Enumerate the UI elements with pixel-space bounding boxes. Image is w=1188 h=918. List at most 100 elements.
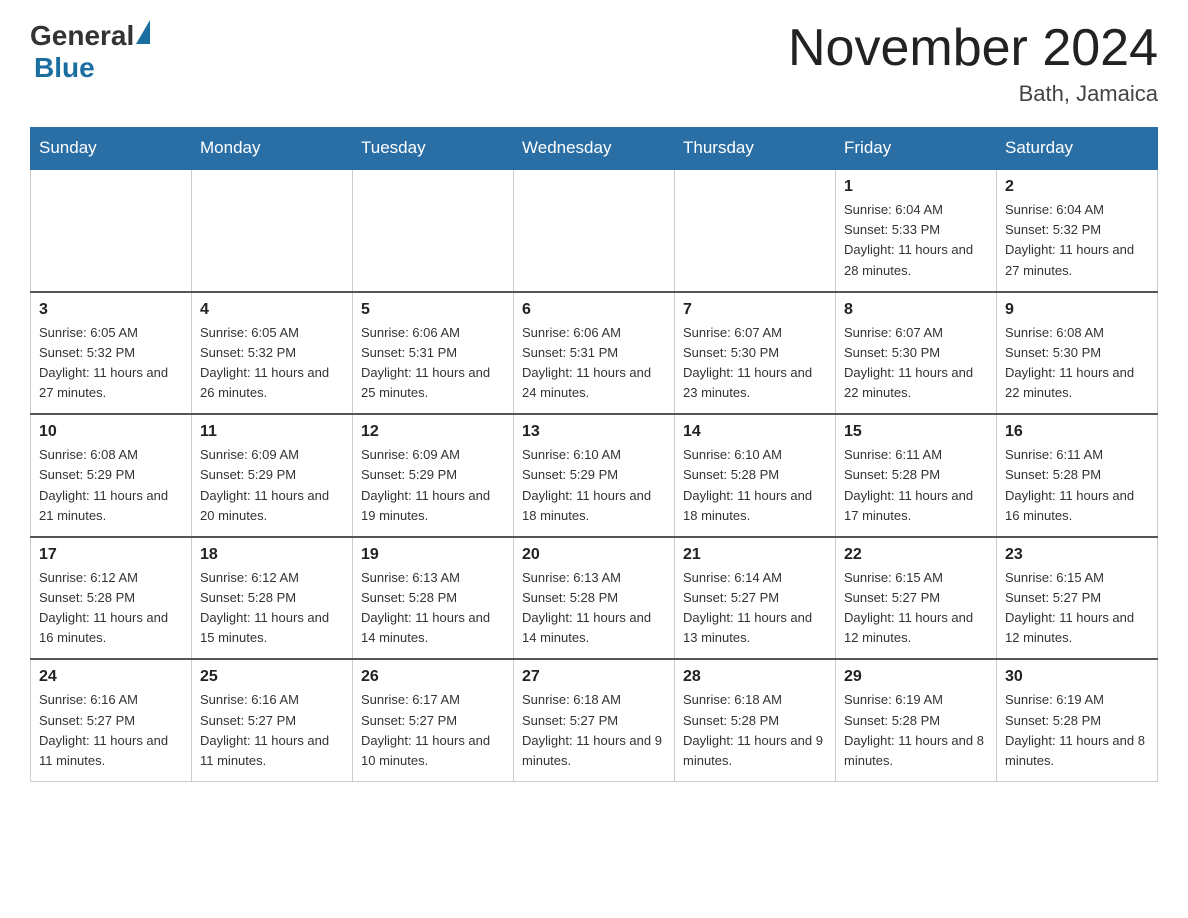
day-info: Sunrise: 6:10 AMSunset: 5:29 PMDaylight:… (522, 445, 666, 526)
table-row: 14Sunrise: 6:10 AMSunset: 5:28 PMDayligh… (675, 414, 836, 537)
day-info: Sunrise: 6:12 AMSunset: 5:28 PMDaylight:… (39, 568, 183, 649)
table-row (514, 169, 675, 292)
table-row (192, 169, 353, 292)
day-number: 15 (844, 423, 988, 441)
day-info: Sunrise: 6:10 AMSunset: 5:28 PMDaylight:… (683, 445, 827, 526)
day-info: Sunrise: 6:05 AMSunset: 5:32 PMDaylight:… (200, 323, 344, 404)
day-info: Sunrise: 6:13 AMSunset: 5:28 PMDaylight:… (522, 568, 666, 649)
calendar-week-row: 10 Sunrise: 6:08 AMSunset: 5:29 PMDayligh… (31, 414, 1158, 537)
day-info: Sunrise: 6:06 AMSunset: 5:31 PMDaylight:… (361, 323, 505, 404)
day-number: 1 (844, 178, 988, 196)
day-number: 9 (1005, 301, 1149, 319)
day-number: 4 (200, 301, 344, 319)
location-subtitle: Bath, Jamaica (788, 81, 1158, 107)
day-number: 16 (1005, 423, 1149, 441)
day-number: 11 (200, 423, 344, 441)
table-row: 7 Sunrise: 6:07 AMSunset: 5:30 PMDaylight… (675, 292, 836, 415)
day-info: Sunrise: 6:19 AMSunset: 5:28 PMDaylight:… (1005, 690, 1149, 771)
month-year-title: November 2024 (788, 20, 1158, 77)
table-row: 24Sunrise: 6:16 AMSunset: 5:27 PMDayligh… (31, 659, 192, 781)
col-monday: Monday (192, 128, 353, 170)
day-number: 8 (844, 301, 988, 319)
day-info: Sunrise: 6:07 AMSunset: 5:30 PMDaylight:… (683, 323, 827, 404)
day-number: 23 (1005, 546, 1149, 564)
day-number: 25 (200, 668, 344, 686)
day-info: Sunrise: 6:13 AMSunset: 5:28 PMDaylight:… (361, 568, 505, 649)
day-info: Sunrise: 6:18 AMSunset: 5:27 PMDaylight:… (522, 690, 666, 771)
day-info: Sunrise: 6:07 AMSunset: 5:30 PMDaylight:… (844, 323, 988, 404)
day-number: 10 (39, 423, 183, 441)
table-row: 12Sunrise: 6:09 AMSunset: 5:29 PMDayligh… (353, 414, 514, 537)
day-number: 27 (522, 668, 666, 686)
day-number: 21 (683, 546, 827, 564)
table-row: 30Sunrise: 6:19 AMSunset: 5:28 PMDayligh… (997, 659, 1158, 781)
table-row: 6 Sunrise: 6:06 AMSunset: 5:31 PMDaylight… (514, 292, 675, 415)
day-number: 28 (683, 668, 827, 686)
table-row (675, 169, 836, 292)
table-row: 10 Sunrise: 6:08 AMSunset: 5:29 PMDayligh… (31, 414, 192, 537)
day-number: 29 (844, 668, 988, 686)
day-info: Sunrise: 6:18 AMSunset: 5:28 PMDaylight:… (683, 690, 827, 771)
table-row: 2 Sunrise: 6:04 AMSunset: 5:32 PMDaylight… (997, 169, 1158, 292)
table-row: 22 Sunrise: 6:15 AMSunset: 5:27 PMDayligh… (836, 537, 997, 660)
day-info: Sunrise: 6:15 AMSunset: 5:27 PMDaylight:… (1005, 568, 1149, 649)
day-number: 7 (683, 301, 827, 319)
col-wednesday: Wednesday (514, 128, 675, 170)
col-thursday: Thursday (675, 128, 836, 170)
day-number: 13 (522, 423, 666, 441)
table-row: 28 Sunrise: 6:18 AMSunset: 5:28 PMDayligh… (675, 659, 836, 781)
day-info: Sunrise: 6:15 AMSunset: 5:27 PMDaylight:… (844, 568, 988, 649)
table-row: 20 Sunrise: 6:13 AMSunset: 5:28 PMDayligh… (514, 537, 675, 660)
day-number: 18 (200, 546, 344, 564)
title-area: November 2024 Bath, Jamaica (788, 20, 1158, 107)
header: General Blue November 2024 Bath, Jamaica (30, 20, 1158, 107)
day-number: 12 (361, 423, 505, 441)
day-info: Sunrise: 6:09 AMSunset: 5:29 PMDaylight:… (200, 445, 344, 526)
day-number: 19 (361, 546, 505, 564)
day-number: 17 (39, 546, 183, 564)
table-row: 11 Sunrise: 6:09 AMSunset: 5:29 PMDayligh… (192, 414, 353, 537)
calendar-week-row: 17 Sunrise: 6:12 AMSunset: 5:28 PMDayligh… (31, 537, 1158, 660)
day-info: Sunrise: 6:17 AMSunset: 5:27 PMDaylight:… (361, 690, 505, 771)
day-info: Sunrise: 6:04 AMSunset: 5:33 PMDaylight:… (844, 200, 988, 281)
day-info: Sunrise: 6:19 AMSunset: 5:28 PMDaylight:… (844, 690, 988, 771)
calendar-header-row: Sunday Monday Tuesday Wednesday Thursday… (31, 128, 1158, 170)
day-number: 26 (361, 668, 505, 686)
table-row: 13 Sunrise: 6:10 AMSunset: 5:29 PMDayligh… (514, 414, 675, 537)
table-row (31, 169, 192, 292)
day-info: Sunrise: 6:12 AMSunset: 5:28 PMDaylight:… (200, 568, 344, 649)
col-friday: Friday (836, 128, 997, 170)
table-row: 29 Sunrise: 6:19 AMSunset: 5:28 PMDayligh… (836, 659, 997, 781)
day-number: 6 (522, 301, 666, 319)
day-info: Sunrise: 6:14 AMSunset: 5:27 PMDaylight:… (683, 568, 827, 649)
day-info: Sunrise: 6:04 AMSunset: 5:32 PMDaylight:… (1005, 200, 1149, 281)
day-info: Sunrise: 6:11 AMSunset: 5:28 PMDaylight:… (1005, 445, 1149, 526)
table-row: 25 Sunrise: 6:16 AMSunset: 5:27 PMDayligh… (192, 659, 353, 781)
day-info: Sunrise: 6:16 AMSunset: 5:27 PMDaylight:… (200, 690, 344, 771)
day-info: Sunrise: 6:08 AMSunset: 5:30 PMDaylight:… (1005, 323, 1149, 404)
table-row: 17 Sunrise: 6:12 AMSunset: 5:28 PMDayligh… (31, 537, 192, 660)
day-number: 20 (522, 546, 666, 564)
table-row: 16 Sunrise: 6:11 AMSunset: 5:28 PMDayligh… (997, 414, 1158, 537)
col-sunday: Sunday (31, 128, 192, 170)
table-row: 26 Sunrise: 6:17 AMSunset: 5:27 PMDayligh… (353, 659, 514, 781)
table-row: 21 Sunrise: 6:14 AMSunset: 5:27 PMDayligh… (675, 537, 836, 660)
table-row: 8 Sunrise: 6:07 AMSunset: 5:30 PMDaylight… (836, 292, 997, 415)
table-row: 4 Sunrise: 6:05 AMSunset: 5:32 PMDaylight… (192, 292, 353, 415)
table-row: 1 Sunrise: 6:04 AMSunset: 5:33 PMDaylight… (836, 169, 997, 292)
calendar-week-row: 3 Sunrise: 6:05 AMSunset: 5:32 PMDaylight… (31, 292, 1158, 415)
logo-triangle-icon (136, 20, 150, 44)
table-row: 15Sunrise: 6:11 AMSunset: 5:28 PMDayligh… (836, 414, 997, 537)
day-number: 22 (844, 546, 988, 564)
day-info: Sunrise: 6:08 AMSunset: 5:29 PMDaylight:… (39, 445, 183, 526)
calendar-week-row: 24Sunrise: 6:16 AMSunset: 5:27 PMDayligh… (31, 659, 1158, 781)
table-row: 18 Sunrise: 6:12 AMSunset: 5:28 PMDayligh… (192, 537, 353, 660)
day-number: 3 (39, 301, 183, 319)
logo: General Blue (30, 20, 150, 84)
day-number: 2 (1005, 178, 1149, 196)
calendar-week-row: 1 Sunrise: 6:04 AMSunset: 5:33 PMDaylight… (31, 169, 1158, 292)
logo-blue-text: Blue (34, 52, 95, 84)
calendar-table: Sunday Monday Tuesday Wednesday Thursday… (30, 127, 1158, 782)
day-info: Sunrise: 6:06 AMSunset: 5:31 PMDaylight:… (522, 323, 666, 404)
table-row: 3Sunrise: 6:05 AMSunset: 5:32 PMDaylight… (31, 292, 192, 415)
